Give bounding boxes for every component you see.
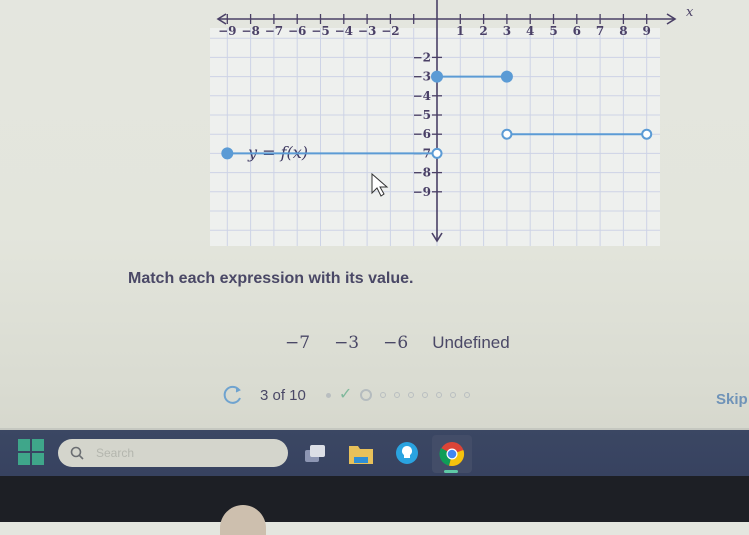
x-tick-label: 3 <box>503 24 511 38</box>
closed-endpoint <box>431 70 443 83</box>
y-tick-label: −6 <box>413 127 431 141</box>
open-endpoint <box>431 147 443 159</box>
x-tick-label: −9 <box>218 24 236 38</box>
x-tick-label: −3 <box>358 24 376 38</box>
x-tick-label: 8 <box>619 24 627 38</box>
correct-check-icon: ✓ <box>338 386 353 403</box>
skip-button[interactable]: Skip <box>716 391 748 408</box>
progress-dot-10 <box>464 392 471 398</box>
taskbar-search[interactable] <box>58 439 288 467</box>
x-tick-label: 9 <box>643 24 651 38</box>
choice-neg-3[interactable]: −3 <box>334 333 359 353</box>
progress-dot-1 <box>325 392 331 398</box>
progress-dot-4 <box>380 392 387 398</box>
x-tick-label: −4 <box>335 24 353 38</box>
y-tick-label: −3 <box>413 70 431 84</box>
y-tick-label: −4 <box>413 89 431 103</box>
y-tick-label: −8 <box>413 166 431 180</box>
start-icon[interactable] <box>18 439 44 465</box>
progress-dot-5 <box>394 392 401 398</box>
y-tick-label: −2 <box>413 50 431 64</box>
progress-dot-3 <box>360 389 373 401</box>
monitor-bezel <box>0 476 749 522</box>
progress-dot-9 <box>450 392 457 398</box>
progress-dots: ✓ <box>325 386 471 403</box>
x-tick-label: −6 <box>288 24 306 38</box>
choice-undefined[interactable]: Undefined <box>432 333 510 353</box>
closed-endpoint <box>221 147 234 160</box>
progress-bar: 3 of 10 ✓ <box>222 384 471 406</box>
answer-choices: −7 −3 −6 Undefined <box>285 333 510 353</box>
y-tick-label: −5 <box>413 108 431 122</box>
function-graph: x−9 −8 −7 −6 −5 −4 −3 −2 1 2 3 4 5 6 7 8 9−2−3−4−5−6−7−8… <box>210 0 694 246</box>
search-input[interactable] <box>94 445 258 461</box>
grid-background <box>210 28 660 246</box>
x-tick-label: 4 <box>526 24 534 38</box>
x-tick-label: 7 <box>596 24 604 38</box>
y-tick-label: −9 <box>413 185 431 199</box>
x-axis-label: x <box>686 5 694 20</box>
progress-dot-7 <box>422 392 429 398</box>
active-app-indicator <box>444 470 458 473</box>
refresh-icon[interactable] <box>222 384 244 406</box>
tips-icon[interactable] <box>394 441 420 467</box>
x-tick-label: 2 <box>479 24 487 38</box>
progress-dot-8 <box>436 392 443 398</box>
chrome-icon[interactable] <box>439 441 465 467</box>
task-view-icon[interactable] <box>302 441 328 467</box>
progress-label: 3 of 10 <box>260 386 306 404</box>
file-explorer-icon[interactable] <box>348 441 374 467</box>
x-tick-label: −7 <box>265 24 283 38</box>
open-endpoint <box>641 128 653 140</box>
search-icon <box>70 446 84 460</box>
question-prompt: Match each expression with its value. <box>128 270 414 287</box>
x-tick-label: 6 <box>573 24 581 38</box>
x-tick-label: 5 <box>549 24 557 38</box>
x-tick-label: 1 <box>456 24 464 38</box>
choice-neg-6[interactable]: −6 <box>383 333 408 353</box>
closed-endpoint <box>500 70 513 83</box>
x-tick-label: −8 <box>241 24 259 38</box>
choice-neg-7[interactable]: −7 <box>285 333 310 353</box>
x-tick-label: −5 <box>311 24 329 38</box>
open-endpoint <box>501 128 513 140</box>
progress-dot-6 <box>408 392 415 398</box>
x-tick-label: −2 <box>381 24 399 38</box>
